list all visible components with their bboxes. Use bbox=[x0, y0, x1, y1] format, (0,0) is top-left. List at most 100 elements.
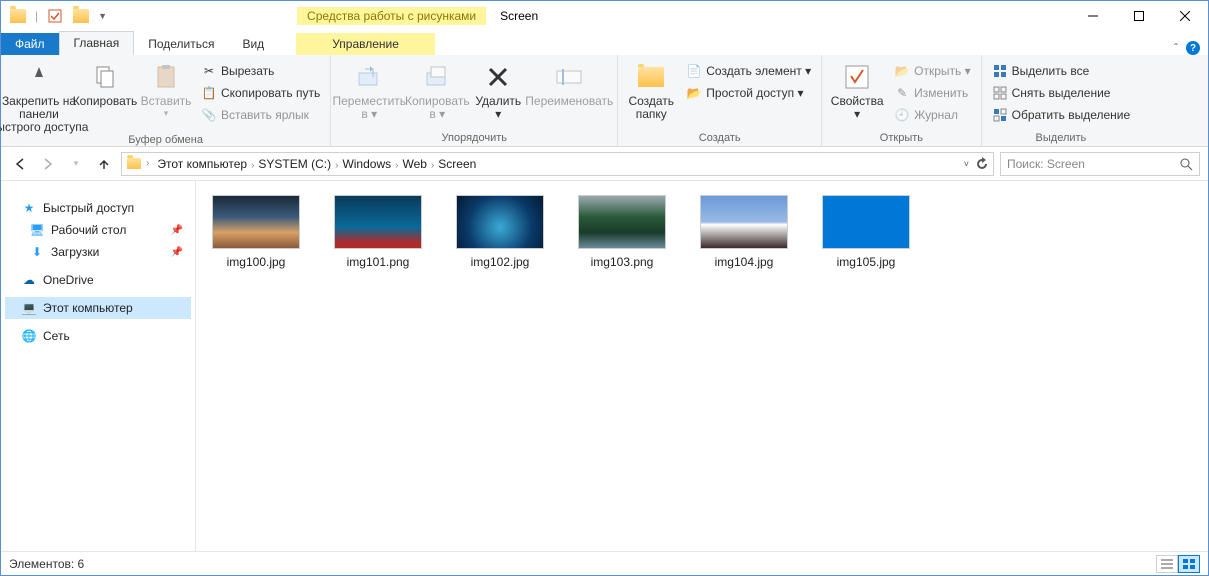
breadcrumb-item[interactable]: SYSTEM (C:) bbox=[254, 155, 335, 173]
breadcrumb-item[interactable]: Web bbox=[398, 155, 430, 173]
file-list: img100.jpg img101.png img102.jpg img103.png… bbox=[196, 181, 1208, 551]
easy-access-button[interactable]: 📂Простой доступ ▾ bbox=[682, 83, 815, 103]
shortcut-icon: 📎 bbox=[201, 107, 217, 123]
open-icon: 📂 bbox=[894, 63, 910, 79]
status-text: Элементов: 6 bbox=[9, 557, 84, 571]
nav-network[interactable]: 🌐Сеть bbox=[5, 325, 191, 347]
thumbnail-image bbox=[822, 195, 910, 249]
breadcrumb-item[interactable]: Этот компьютер bbox=[153, 155, 251, 173]
properties-icon bbox=[841, 61, 873, 93]
folder-icon bbox=[126, 156, 142, 172]
breadcrumb-item[interactable]: Screen bbox=[434, 155, 480, 173]
file-item[interactable]: img101.png bbox=[328, 195, 428, 269]
newitem-icon: 📄 bbox=[686, 63, 702, 79]
selectall-icon bbox=[992, 63, 1008, 79]
file-item[interactable]: img102.jpg bbox=[450, 195, 550, 269]
invert-selection-button[interactable]: Обратить выделение bbox=[988, 105, 1135, 125]
selectnone-icon bbox=[992, 85, 1008, 101]
file-name: img101.png bbox=[347, 255, 410, 269]
ribbon: Закрепить на панели быстрого доступа Коп… bbox=[1, 55, 1208, 147]
ribbon-group-clipboard: Закрепить на панели быстрого доступа Коп… bbox=[1, 55, 331, 146]
edit-button[interactable]: ✎Изменить bbox=[890, 83, 974, 103]
tab-home[interactable]: Главная bbox=[59, 31, 135, 55]
tab-file[interactable]: Файл bbox=[1, 33, 59, 55]
rename-button[interactable]: Переименовать bbox=[527, 57, 611, 108]
paste-icon bbox=[150, 61, 182, 93]
view-details-button[interactable] bbox=[1156, 555, 1178, 573]
moveto-icon bbox=[353, 61, 385, 93]
file-name: img104.jpg bbox=[715, 255, 774, 269]
nav-onedrive[interactable]: ☁OneDrive bbox=[5, 269, 191, 291]
delete-button[interactable]: Удалить ▾ bbox=[473, 57, 523, 121]
qat-sep: | bbox=[35, 9, 38, 23]
status-bar: Элементов: 6 bbox=[1, 551, 1208, 575]
nav-quick-access[interactable]: ★Быстрый доступ bbox=[5, 197, 191, 219]
folder-icon[interactable] bbox=[72, 7, 90, 25]
file-item[interactable]: img100.jpg bbox=[206, 195, 306, 269]
tab-share[interactable]: Поделиться bbox=[134, 33, 228, 55]
ribbon-group-organize: Переместить в ▾ Копировать в ▾ Удалить ▾… bbox=[331, 55, 618, 146]
cut-button[interactable]: ✂Вырезать bbox=[197, 61, 324, 81]
nav-downloads[interactable]: ⬇Загрузки📌 bbox=[5, 241, 191, 263]
edit-icon: ✎ bbox=[894, 85, 910, 101]
quick-access-toolbar: | ▼ bbox=[1, 7, 107, 25]
thumbnail-image bbox=[212, 195, 300, 249]
select-all-button[interactable]: Выделить все bbox=[988, 61, 1135, 81]
thumbnail-image bbox=[334, 195, 422, 249]
copy-to-button[interactable]: Копировать в ▾ bbox=[405, 57, 469, 121]
maximize-button[interactable] bbox=[1116, 1, 1162, 31]
chevron-right-icon[interactable]: › bbox=[146, 158, 149, 169]
view-thumbnails-button[interactable] bbox=[1178, 555, 1200, 573]
new-folder-button[interactable]: Создать папку bbox=[624, 57, 678, 121]
chevron-down-icon[interactable]: ˅ bbox=[964, 159, 969, 169]
copy-icon bbox=[89, 61, 121, 93]
nav-desktop[interactable]: 🖥Рабочий стол📌 bbox=[5, 219, 191, 241]
context-tab-header: Средства работы с рисунками bbox=[297, 7, 486, 25]
paste-button[interactable]: Вставить ▾ bbox=[139, 57, 193, 119]
file-name: img103.png bbox=[591, 255, 654, 269]
open-button[interactable]: 📂Открыть ▾ bbox=[890, 61, 974, 81]
pin-to-quick-access-button[interactable]: Закрепить на панели быстрого доступа bbox=[7, 57, 71, 134]
path-icon: 📋 bbox=[201, 85, 217, 101]
network-icon: 🌐 bbox=[21, 328, 37, 344]
nav-this-pc[interactable]: 💻Этот компьютер bbox=[5, 297, 191, 319]
easyaccess-icon: 📂 bbox=[686, 85, 702, 101]
file-item[interactable]: img103.png bbox=[572, 195, 672, 269]
paste-shortcut-button[interactable]: 📎Вставить ярлык bbox=[197, 105, 324, 125]
new-item-button[interactable]: 📄Создать элемент ▾ bbox=[682, 61, 815, 81]
back-button[interactable] bbox=[9, 153, 31, 175]
properties-button[interactable]: Свойства ▾ bbox=[828, 57, 886, 121]
select-none-button[interactable]: Снять выделение bbox=[988, 83, 1135, 103]
computer-icon: 💻 bbox=[21, 300, 37, 316]
invert-icon bbox=[992, 107, 1008, 123]
title-bar: | ▼ Средства работы с рисунками Screen bbox=[1, 1, 1208, 31]
delete-icon bbox=[482, 61, 514, 93]
thumbnail-image bbox=[578, 195, 666, 249]
search-input[interactable]: Поиск: Screen bbox=[1000, 152, 1200, 176]
file-name: img102.jpg bbox=[471, 255, 530, 269]
recent-dropdown[interactable]: ▾ bbox=[65, 153, 87, 175]
file-name: img100.jpg bbox=[227, 255, 286, 269]
close-button[interactable] bbox=[1162, 1, 1208, 31]
refresh-icon[interactable] bbox=[975, 157, 989, 171]
history-icon: 🕘 bbox=[894, 107, 910, 123]
tab-manage[interactable]: Управление bbox=[296, 33, 435, 55]
history-button[interactable]: 🕘Журнал bbox=[890, 105, 974, 125]
minimize-button[interactable] bbox=[1070, 1, 1116, 31]
breadcrumb-item[interactable]: Windows bbox=[338, 155, 395, 173]
body-area: ★Быстрый доступ 🖥Рабочий стол📌 ⬇Загрузки… bbox=[1, 181, 1208, 551]
help-icon[interactable]: ? bbox=[1186, 41, 1200, 55]
tab-view[interactable]: Вид bbox=[228, 33, 278, 55]
file-item[interactable]: img104.jpg bbox=[694, 195, 794, 269]
up-button[interactable] bbox=[93, 153, 115, 175]
forward-button[interactable] bbox=[37, 153, 59, 175]
address-bar[interactable]: › Этот компьютер›SYSTEM (C:)›Windows›Web… bbox=[121, 152, 994, 176]
ribbon-group-open: Свойства ▾ 📂Открыть ▾ ✎Изменить 🕘Журнал … bbox=[822, 55, 981, 146]
copy-button[interactable]: Копировать bbox=[75, 57, 135, 108]
qat-dropdown-icon[interactable]: ▼ bbox=[98, 11, 107, 21]
file-item[interactable]: img105.jpg bbox=[816, 195, 916, 269]
copy-path-button[interactable]: 📋Скопировать путь bbox=[197, 83, 324, 103]
move-to-button[interactable]: Переместить в ▾ bbox=[337, 57, 401, 121]
collapse-ribbon-icon[interactable]: ˆ bbox=[1174, 41, 1178, 55]
checkbox-icon[interactable] bbox=[46, 7, 64, 25]
